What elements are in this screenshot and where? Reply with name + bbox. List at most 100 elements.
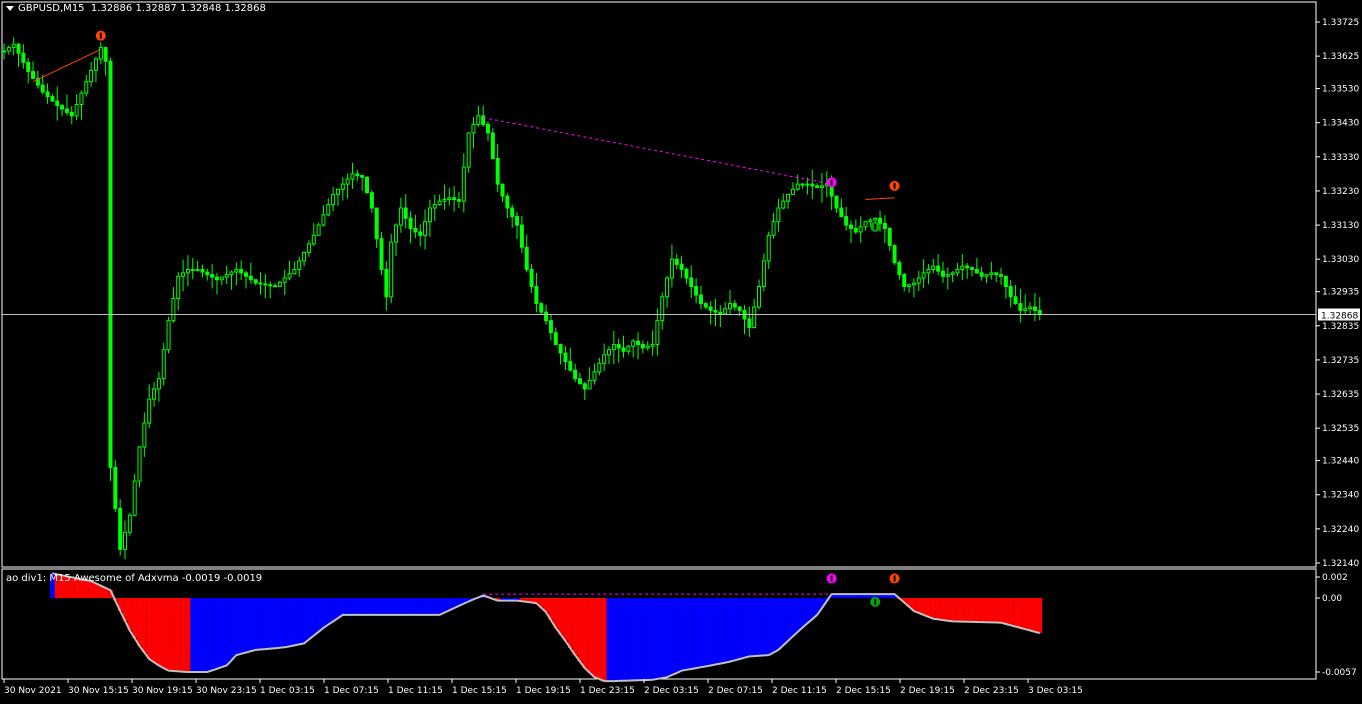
indicator-bar xyxy=(185,598,191,672)
candle-body xyxy=(582,383,587,390)
time-tick-label: 1 Dec 23:15 xyxy=(580,686,635,696)
candle-body xyxy=(916,277,921,284)
candle-body xyxy=(819,185,824,189)
indicator-bar xyxy=(640,598,646,681)
candle-body xyxy=(181,272,186,277)
candle-body xyxy=(524,246,529,270)
indicator-bar xyxy=(311,598,317,636)
candle-body xyxy=(389,241,394,298)
indicator-bar xyxy=(1032,598,1038,632)
candle-body xyxy=(815,185,820,189)
indicator-bar xyxy=(209,598,215,671)
candle-body xyxy=(679,263,684,270)
candle-body xyxy=(723,308,728,315)
candle-body xyxy=(398,207,403,226)
candle-body xyxy=(863,221,868,228)
indicator-bar xyxy=(969,598,975,622)
candle-body xyxy=(335,188,340,195)
indicator-bar xyxy=(422,598,428,615)
indicator-bar xyxy=(693,598,699,669)
indicator-tick-label: 0.002 xyxy=(1322,573,1348,583)
indicator-bar xyxy=(926,598,931,617)
main-panel-border xyxy=(1,1,1317,568)
indicator-bar xyxy=(592,598,597,678)
price-tick-label: 1.33625 xyxy=(1322,52,1359,62)
candle-body xyxy=(26,61,31,72)
time-tick-label: 30 Nov 19:15 xyxy=(132,686,193,696)
indicator-bar xyxy=(350,598,355,615)
candle-body xyxy=(69,111,74,117)
candle-body xyxy=(210,274,215,278)
candle-body xyxy=(113,466,118,509)
candle-body xyxy=(60,105,65,110)
candle-body xyxy=(921,272,926,279)
candle-body xyxy=(40,84,45,93)
candle-body xyxy=(577,378,582,385)
candle-body xyxy=(587,379,592,390)
price-tick-label: 1.32535 xyxy=(1322,424,1359,434)
candle-body xyxy=(616,344,621,349)
indicator-bar xyxy=(1008,598,1014,626)
indicator-bar xyxy=(393,598,399,615)
candle-body xyxy=(413,228,418,233)
candle-body xyxy=(481,115,486,125)
candle-body xyxy=(137,446,142,482)
indicator-bar xyxy=(306,598,312,640)
candle-body xyxy=(6,47,11,52)
indicator-bar xyxy=(751,598,757,657)
candle-body xyxy=(321,214,326,226)
candle-body xyxy=(452,197,457,200)
candle-body xyxy=(437,200,442,206)
candle-body xyxy=(224,274,229,278)
indicator-bar xyxy=(805,598,810,624)
candle-body xyxy=(510,207,515,218)
indicator-bar xyxy=(325,598,331,625)
indicator-bar xyxy=(1027,598,1033,631)
indicator-bar xyxy=(916,598,922,613)
indicator-bar xyxy=(374,598,380,615)
chart-header[interactable]: GBPUSD,M15 1.32886 1.32887 1.32848 1.328… xyxy=(6,3,266,14)
price-tick-label: 1.33330 xyxy=(1322,153,1359,163)
candle-body xyxy=(152,388,157,400)
chart-window[interactable]: 1.33725 1.33625 1.33530 1.33430 1.33330 1.332… xyxy=(0,0,1362,700)
indicator-bar xyxy=(161,598,167,669)
candle-body xyxy=(844,216,849,226)
indicator-header: ao div1: M15 Awesome of Adxvma -0.0019 -… xyxy=(6,573,263,584)
indicator-bar xyxy=(233,598,239,656)
candle-body xyxy=(79,92,84,105)
indicator-bar xyxy=(635,598,641,681)
candle-body xyxy=(166,320,171,351)
candle-body xyxy=(118,507,123,550)
candle-body xyxy=(93,58,98,71)
indicator-bar xyxy=(679,598,685,671)
candle-body xyxy=(669,258,674,279)
time-tick-label: 2 Dec 23:15 xyxy=(964,686,1019,696)
indicator-bar xyxy=(611,598,617,682)
chart-canvas[interactable]: 1.33725 1.33625 1.33530 1.33430 1.33330 1.332… xyxy=(0,0,1362,700)
candle-body xyxy=(897,262,902,276)
candle-body xyxy=(490,132,495,160)
candle-body xyxy=(234,268,239,273)
indicator-bar xyxy=(238,598,244,654)
indicator-bar xyxy=(301,598,307,644)
candle-body xyxy=(878,217,883,224)
time-tick-label: 30 Nov 23:15 xyxy=(196,686,257,696)
candle-body xyxy=(476,115,481,125)
candle-body xyxy=(703,303,708,308)
indicator-bar xyxy=(601,598,607,682)
indicator-bar xyxy=(674,598,680,673)
indicator-bar xyxy=(727,598,733,662)
indicator-bar xyxy=(345,598,351,615)
ohlc-values: 1.32886 1.32887 1.32848 1.32868 xyxy=(90,3,266,14)
candle-body xyxy=(486,123,490,134)
current-price-label: 1.32868 xyxy=(1321,312,1358,322)
candle-body xyxy=(887,228,892,247)
candle-body xyxy=(282,277,287,283)
dropdown-triangle-icon[interactable] xyxy=(6,5,14,11)
candle-body xyxy=(713,309,718,313)
indicator-bar xyxy=(141,598,147,653)
candle-body xyxy=(84,81,89,94)
price-tick-label: 1.32635 xyxy=(1322,390,1359,400)
indicator-bar xyxy=(214,598,220,669)
indicator-bar xyxy=(398,598,404,615)
